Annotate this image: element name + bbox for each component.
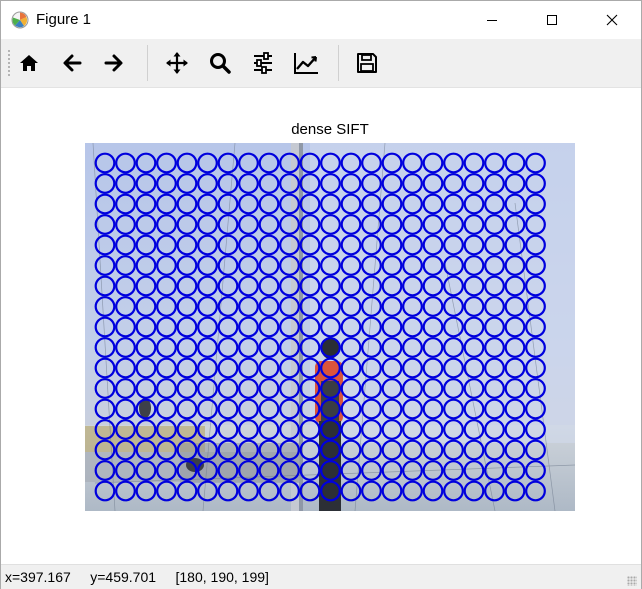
forward-button[interactable]: [98, 47, 130, 79]
arrow-left-icon: [63, 54, 82, 72]
status-readout: x=397.167 y=459.701 [180, 190, 199]: [5, 569, 269, 585]
edit-axes-button[interactable]: [290, 47, 322, 79]
window-title: Figure 1: [36, 11, 92, 28]
magnifier-icon: [210, 53, 231, 74]
home-icon: [20, 55, 38, 71]
resize-grip[interactable]: [627, 576, 637, 586]
toolbar-separator: [147, 45, 148, 81]
arrow-right-icon: [104, 54, 123, 72]
zoom-button[interactable]: [204, 47, 236, 79]
line-chart-icon: [294, 53, 318, 74]
back-button[interactable]: [56, 47, 88, 79]
figure-canvas[interactable]: dense SIFT: [1, 88, 641, 564]
title-bar[interactable]: Figure 1: [1, 1, 641, 39]
close-button[interactable]: [589, 1, 635, 39]
maximize-icon: [547, 15, 557, 25]
sliders-icon: [254, 52, 272, 74]
close-icon: [606, 14, 618, 26]
toolbar-separator: [338, 45, 339, 81]
toolbar-grip[interactable]: [7, 49, 11, 77]
cursor-y-readout: y=459.701: [90, 569, 157, 585]
move-icon: [166, 52, 188, 74]
minimize-icon: [487, 20, 497, 21]
floppy-disk-icon: [357, 53, 377, 73]
home-button[interactable]: [13, 47, 45, 79]
maximize-button[interactable]: [529, 1, 575, 39]
save-button[interactable]: [351, 47, 383, 79]
pan-button[interactable]: [161, 47, 193, 79]
minimize-button[interactable]: [469, 1, 515, 39]
matplotlib-icon: [11, 11, 29, 29]
status-bar: x=397.167 y=459.701 [180, 190, 199]: [1, 564, 641, 589]
image-axes[interactable]: [85, 143, 575, 511]
figure-window: Figure 1 dense SIFT x=397.167 y=459.701 …: [0, 0, 642, 589]
pixel-value-readout: [180, 190, 199]: [175, 569, 269, 585]
subplots-button[interactable]: [247, 47, 279, 79]
cursor-x-readout: x=397.167: [5, 569, 71, 585]
navigation-toolbar: [1, 39, 641, 88]
plot-title: dense SIFT: [291, 121, 369, 138]
